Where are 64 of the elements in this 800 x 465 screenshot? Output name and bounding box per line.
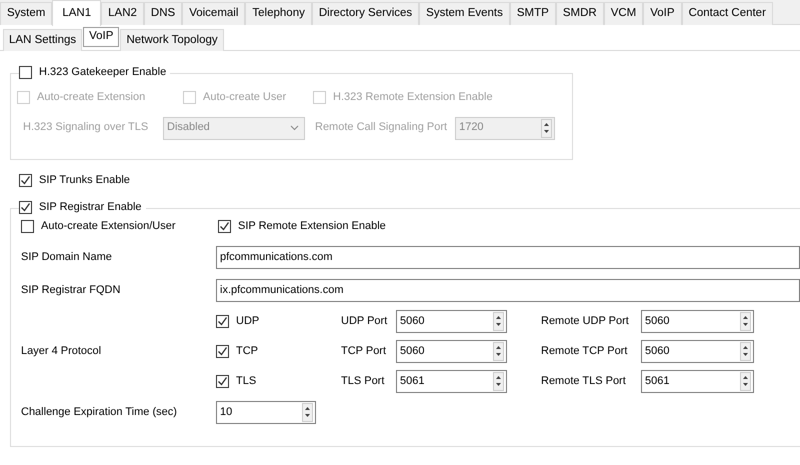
spin-buttons[interactable] [493, 342, 504, 361]
checkbox[interactable] [19, 200, 32, 214]
field-label: H.323 Signaling over TLS [22, 121, 150, 135]
field-label: Layer 4 Protocol [21, 344, 102, 358]
text-field[interactable]: pfcommunications.com [216, 246, 800, 269]
spin-buttons[interactable] [302, 402, 313, 422]
spin-buttons[interactable] [740, 342, 751, 361]
checkbox-label: SIP Registrar Enable [39, 200, 142, 216]
checkbox-label: Auto-create Extension [37, 90, 146, 104]
checkbox-label: Auto-create Extension/User [41, 220, 176, 234]
field-label: Remote Call Signaling Port [315, 121, 448, 135]
field-label: SIP Domain Name [21, 250, 113, 264]
field-label: TCP Port [341, 344, 388, 358]
tab[interactable]: Contact Center [682, 2, 773, 25]
checkbox-label: UDP [236, 314, 260, 328]
spin-buttons[interactable] [740, 312, 751, 331]
tab[interactable]: DNS [144, 2, 182, 25]
field-label: Remote TCP Port [541, 344, 628, 358]
tab[interactable]: VCM [604, 2, 644, 25]
number-field[interactable]: 5060 [641, 340, 754, 363]
field-label: Remote UDP Port [541, 314, 629, 328]
checkbox-label: Auto-create User [203, 90, 286, 104]
chevron-down-icon [290, 125, 299, 131]
spin-buttons[interactable] [493, 312, 504, 331]
checkbox-label: H.323 Remote Extension Enable [333, 90, 493, 104]
checkbox[interactable] [216, 314, 229, 328]
checkbox-label: TLS [236, 374, 256, 388]
tab[interactable]: SMTP [510, 2, 556, 25]
spin-buttons[interactable] [493, 372, 504, 391]
tab[interactable]: VoIP [83, 27, 120, 47]
tab[interactable]: Directory Services [312, 2, 420, 25]
spin-buttons[interactable] [541, 118, 552, 138]
tab[interactable]: LAN Settings [3, 29, 82, 51]
checkbox-label: TCP [236, 344, 258, 358]
checkbox[interactable] [218, 220, 231, 234]
number-field[interactable]: 5060 [396, 340, 507, 363]
number-field[interactable]: 5060 [641, 310, 754, 333]
tab[interactable]: VoIP [643, 2, 682, 25]
number-field[interactable]: 10 [216, 400, 316, 424]
checkbox-label: H.323 Gatekeeper Enable [39, 65, 166, 80]
number-field[interactable]: 5061 [396, 370, 507, 393]
number-field[interactable]: 5060 [396, 310, 507, 333]
checkbox[interactable] [216, 344, 229, 358]
checkbox[interactable] [21, 220, 34, 234]
tab[interactable]: Telephony [245, 2, 312, 25]
field-label: Remote TLS Port [541, 374, 626, 388]
field-label: UDP Port [341, 314, 388, 328]
number-field[interactable]: 5061 [641, 370, 754, 393]
checkbox-label: SIP Trunks Enable [39, 174, 130, 188]
tab[interactable]: LAN2 [101, 2, 144, 25]
checkbox[interactable] [19, 174, 32, 188]
field-label: Challenge Expiration Time (sec) [21, 406, 178, 419]
tab[interactable]: System Events [419, 2, 510, 25]
tab[interactable]: SMDR [556, 2, 604, 25]
field-label: SIP Registrar FQDN [21, 284, 122, 297]
checkbox[interactable] [216, 374, 229, 388]
text-field[interactable]: ix.pfcommunications.com [216, 278, 800, 302]
field-label: TLS Port [341, 374, 386, 388]
checkbox-label: SIP Remote Extension Enable [238, 220, 386, 234]
tab[interactable]: System [0, 2, 52, 25]
spin-buttons[interactable] [740, 372, 751, 391]
tab[interactable]: Voicemail [182, 2, 246, 25]
tab[interactable]: LAN1 [52, 0, 102, 26]
tab[interactable]: Network Topology [120, 29, 224, 51]
